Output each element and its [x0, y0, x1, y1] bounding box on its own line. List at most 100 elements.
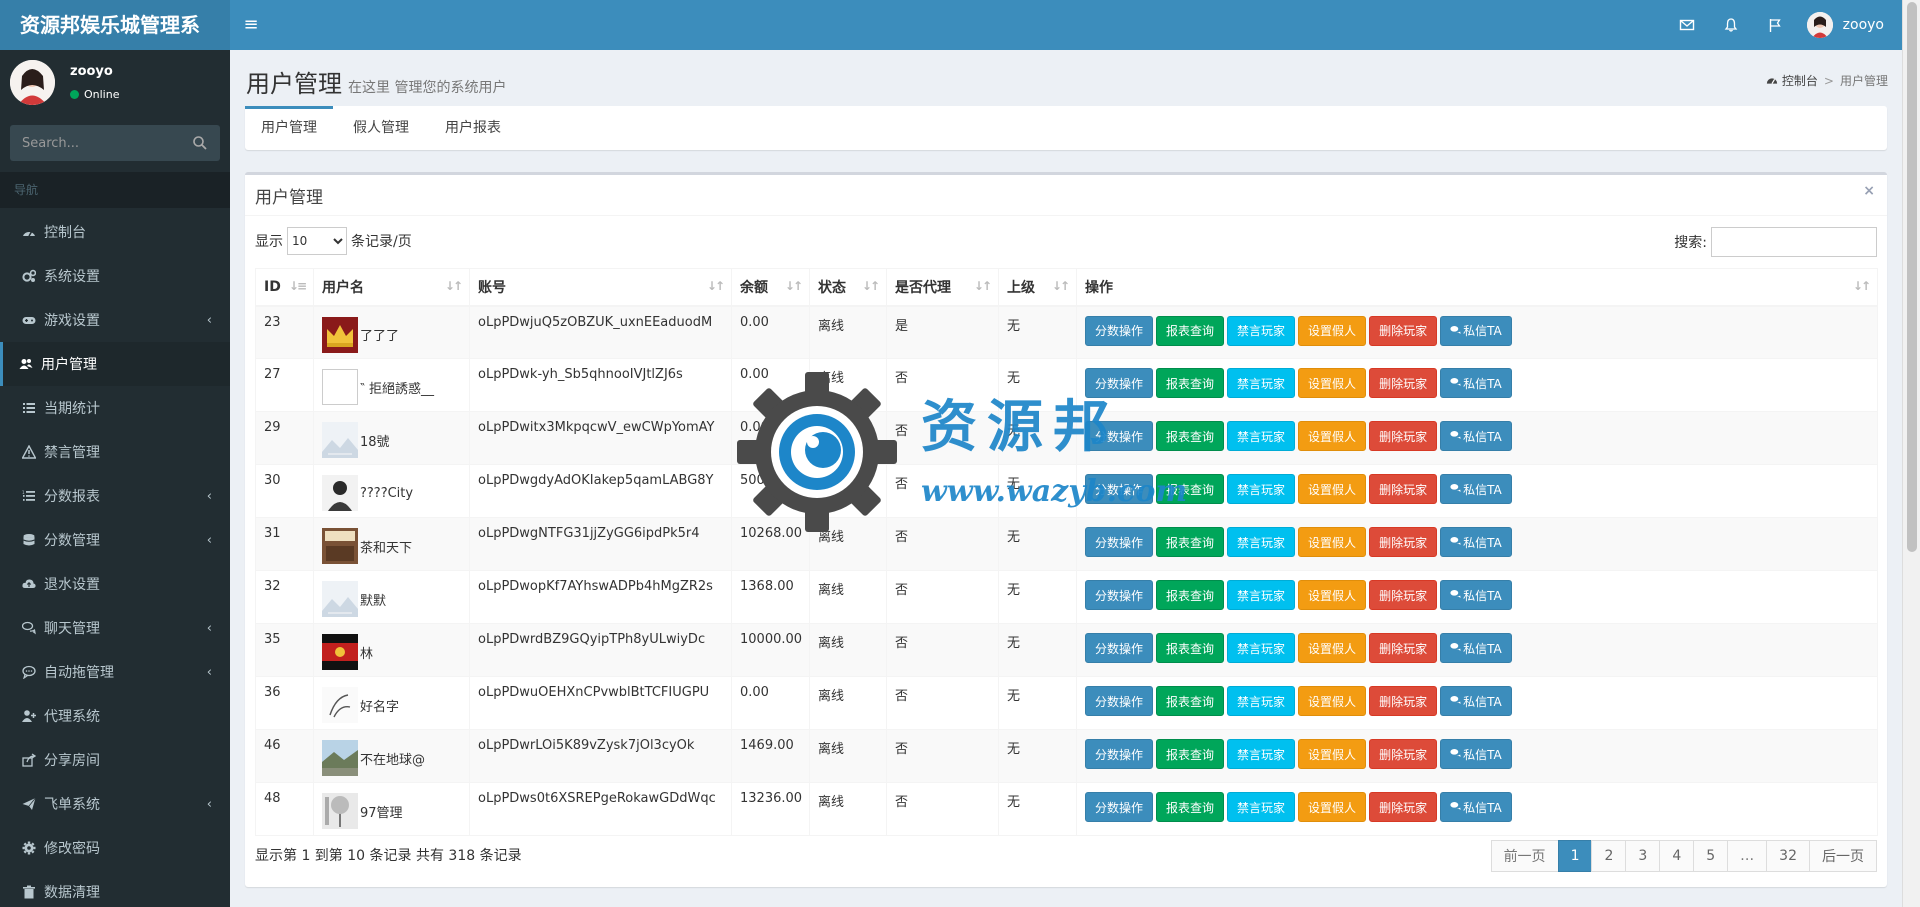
delete-player-button[interactable]: 删除玩家	[1369, 633, 1438, 663]
sidebar-search-input[interactable]	[10, 125, 220, 161]
sidebar-item-5[interactable]: 禁言管理	[0, 430, 230, 474]
scrollbar-thumb[interactable]	[1907, 2, 1917, 552]
score-operation-button[interactable]: 分数操作	[1085, 474, 1154, 504]
delete-player-button[interactable]: 删除玩家	[1369, 315, 1438, 346]
mute-player-button[interactable]: 禁言玩家	[1227, 792, 1296, 822]
sidebar-item-15[interactable]: 数据清理	[0, 870, 230, 907]
private-message-button[interactable]: 私信TA	[1440, 686, 1512, 716]
prev-page-button[interactable]: 前一页	[1490, 840, 1559, 872]
score-operation-button[interactable]: 分数操作	[1085, 580, 1154, 610]
set-fake-button[interactable]: 设置假人	[1298, 527, 1367, 557]
close-icon[interactable]: ×	[1863, 183, 1875, 199]
sidebar-item-12[interactable]: 分享房间	[0, 738, 230, 782]
report-query-button[interactable]: 报表查询	[1156, 368, 1225, 398]
report-query-button[interactable]: 报表查询	[1156, 421, 1225, 451]
sidebar-item-14[interactable]: 修改密码	[0, 826, 230, 870]
page-button[interactable]: 2	[1591, 840, 1627, 872]
set-fake-button[interactable]: 设置假人	[1298, 421, 1367, 451]
search-icon[interactable]	[192, 135, 208, 151]
mute-player-button[interactable]: 禁言玩家	[1227, 686, 1296, 716]
delete-player-button[interactable]: 删除玩家	[1369, 580, 1438, 610]
column-header-2[interactable]: 账号 ↓↑	[469, 268, 732, 307]
sidebar-item-8[interactable]: 退水设置	[0, 562, 230, 606]
mute-player-button[interactable]: 禁言玩家	[1227, 315, 1296, 346]
sidebar-item-6[interactable]: 1 分数报表 ‹	[0, 474, 230, 518]
private-message-button[interactable]: 私信TA	[1440, 315, 1512, 346]
tab-fake-users[interactable]: 假人管理	[337, 106, 425, 150]
set-fake-button[interactable]: 设置假人	[1298, 686, 1367, 716]
private-message-button[interactable]: 私信TA	[1440, 633, 1512, 663]
column-header-0[interactable]: ID ↓≡	[255, 268, 314, 307]
score-operation-button[interactable]: 分数操作	[1085, 421, 1154, 451]
sidebar-item-10[interactable]: 自动拖管理 ‹	[0, 650, 230, 694]
column-header-7[interactable]: 操作 ↓↑	[1076, 268, 1878, 307]
tab-user-management[interactable]: 用户管理	[245, 106, 333, 150]
mute-player-button[interactable]: 禁言玩家	[1227, 527, 1296, 557]
set-fake-button[interactable]: 设置假人	[1298, 474, 1367, 504]
page-length-select[interactable]: 10	[287, 227, 347, 255]
sidebar-item-4[interactable]: 当期统计	[0, 386, 230, 430]
private-message-button[interactable]: 私信TA	[1440, 527, 1512, 557]
sidebar-item-2[interactable]: 游戏设置 ‹	[0, 298, 230, 342]
report-query-button[interactable]: 报表查询	[1156, 792, 1225, 822]
sidebar-toggle-icon[interactable]: ≡	[240, 14, 262, 36]
column-header-3[interactable]: 余额 ↓↑	[731, 268, 810, 307]
mute-player-button[interactable]: 禁言玩家	[1227, 368, 1296, 398]
page-button[interactable]: 5	[1693, 840, 1729, 872]
set-fake-button[interactable]: 设置假人	[1298, 368, 1367, 398]
delete-player-button[interactable]: 删除玩家	[1369, 792, 1438, 822]
score-operation-button[interactable]: 分数操作	[1085, 315, 1154, 346]
mute-player-button[interactable]: 禁言玩家	[1227, 739, 1296, 769]
report-query-button[interactable]: 报表查询	[1156, 686, 1225, 716]
private-message-button[interactable]: 私信TA	[1440, 421, 1512, 451]
report-query-button[interactable]: 报表查询	[1156, 315, 1225, 346]
page-scrollbar[interactable]	[1902, 0, 1920, 907]
tasks-flag-icon[interactable]	[1753, 0, 1797, 50]
tab-user-report[interactable]: 用户报表	[429, 106, 517, 150]
score-operation-button[interactable]: 分数操作	[1085, 686, 1154, 716]
set-fake-button[interactable]: 设置假人	[1298, 580, 1367, 610]
app-logo[interactable]: 资源邦娱乐城管理系	[0, 0, 230, 50]
column-header-6[interactable]: 上级 ↓↑	[998, 268, 1077, 307]
sidebar-item-1[interactable]: 系统设置	[0, 254, 230, 298]
page-button[interactable]: 4	[1659, 840, 1695, 872]
page-button[interactable]: 3	[1625, 840, 1661, 872]
delete-player-button[interactable]: 删除玩家	[1369, 686, 1438, 716]
set-fake-button[interactable]: 设置假人	[1298, 792, 1367, 822]
delete-player-button[interactable]: 删除玩家	[1369, 474, 1438, 504]
score-operation-button[interactable]: 分数操作	[1085, 633, 1154, 663]
breadcrumb-home[interactable]: 控制台	[1782, 72, 1818, 89]
score-operation-button[interactable]: 分数操作	[1085, 527, 1154, 557]
mute-player-button[interactable]: 禁言玩家	[1227, 474, 1296, 504]
table-search-input[interactable]	[1711, 227, 1877, 257]
sidebar-item-7[interactable]: 分数管理 ‹	[0, 518, 230, 562]
next-page-button[interactable]: 后一页	[1809, 840, 1877, 872]
page-button[interactable]: 32	[1766, 840, 1810, 872]
score-operation-button[interactable]: 分数操作	[1085, 739, 1154, 769]
column-header-4[interactable]: 状态 ↓↑	[809, 268, 887, 307]
delete-player-button[interactable]: 删除玩家	[1369, 739, 1438, 769]
sidebar-item-13[interactable]: 飞单系统 ‹	[0, 782, 230, 826]
private-message-button[interactable]: 私信TA	[1440, 368, 1512, 398]
report-query-button[interactable]: 报表查询	[1156, 739, 1225, 769]
mute-player-button[interactable]: 禁言玩家	[1227, 633, 1296, 663]
private-message-button[interactable]: 私信TA	[1440, 739, 1512, 769]
private-message-button[interactable]: 私信TA	[1440, 580, 1512, 610]
messages-icon[interactable]	[1665, 0, 1709, 50]
private-message-button[interactable]: 私信TA	[1440, 792, 1512, 822]
delete-player-button[interactable]: 删除玩家	[1369, 368, 1438, 398]
delete-player-button[interactable]: 删除玩家	[1369, 527, 1438, 557]
notifications-bell-icon[interactable]	[1709, 0, 1753, 50]
score-operation-button[interactable]: 分数操作	[1085, 368, 1154, 398]
column-header-1[interactable]: 用户名 ↓↑	[313, 268, 470, 307]
mute-player-button[interactable]: 禁言玩家	[1227, 580, 1296, 610]
set-fake-button[interactable]: 设置假人	[1298, 633, 1367, 663]
report-query-button[interactable]: 报表查询	[1156, 633, 1225, 663]
user-menu[interactable]: zooyo	[1797, 0, 1902, 50]
sidebar-item-0[interactable]: 控制台	[0, 210, 230, 254]
report-query-button[interactable]: 报表查询	[1156, 474, 1225, 504]
set-fake-button[interactable]: 设置假人	[1298, 739, 1367, 769]
score-operation-button[interactable]: 分数操作	[1085, 792, 1154, 822]
column-header-5[interactable]: 是否代理 ↓↑	[886, 268, 999, 307]
report-query-button[interactable]: 报表查询	[1156, 527, 1225, 557]
